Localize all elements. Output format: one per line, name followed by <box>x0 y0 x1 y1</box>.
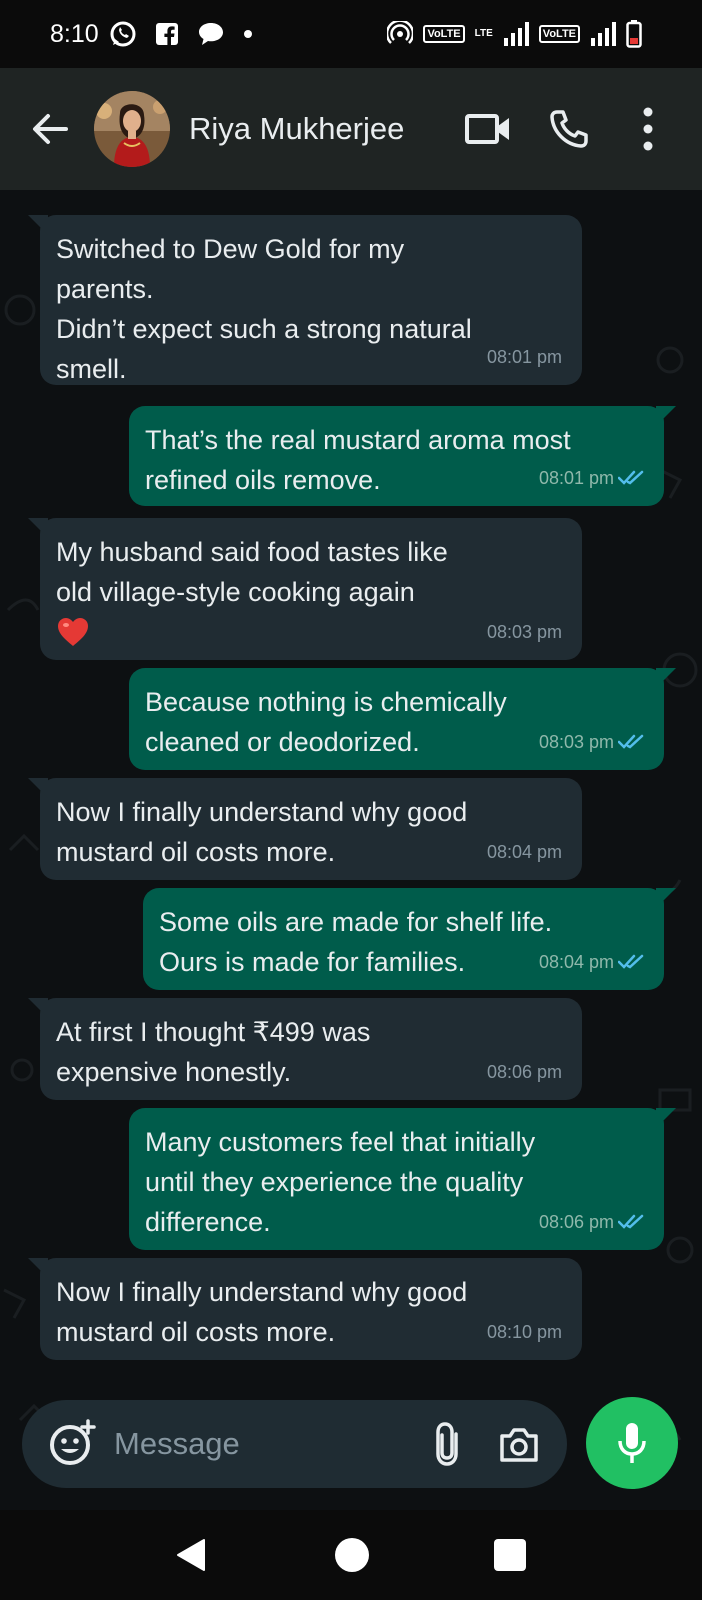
message-incoming[interactable]: Now I finally understand why good mustar… <box>28 778 582 880</box>
message-meta: 08:01 pm <box>487 337 562 377</box>
message-input[interactable] <box>114 1418 394 1470</box>
message-incoming[interactable]: Now I finally understand why good mustar… <box>28 1258 582 1360</box>
emoji-icon[interactable] <box>48 1419 96 1467</box>
voice-message-button[interactable] <box>586 1397 678 1489</box>
bubble-tail <box>28 215 48 235</box>
message-time: 08:10 pm <box>486 1322 562 1342</box>
dot-icon <box>243 30 252 38</box>
heart-emoji-icon <box>58 618 88 646</box>
signal-icon-2 <box>591 22 616 46</box>
bubble-tail <box>28 518 48 538</box>
nav-back-icon[interactable] <box>174 1538 208 1572</box>
signal-icon <box>503 22 529 46</box>
message-time: 08:03 pm <box>538 732 614 752</box>
message-meta: 08:04 pm <box>539 942 644 982</box>
more-options-icon[interactable] <box>640 106 656 152</box>
volte-badge-2: VoLTE <box>538 25 580 43</box>
read-receipt-icon <box>618 470 644 485</box>
phone-call-icon[interactable] <box>548 108 590 150</box>
message-meta: 08:06 pm <box>539 1202 644 1242</box>
bubble-tail <box>656 1108 676 1128</box>
facebook-icon <box>155 23 178 46</box>
bubble-tail <box>28 1258 48 1278</box>
nav-home-icon[interactable] <box>335 1538 369 1572</box>
message-outgoing[interactable]: Some oils are made for shelf life. Ours … <box>143 888 676 990</box>
camera-icon[interactable] <box>498 1424 540 1464</box>
message-outgoing[interactable]: Many customers feel that initially until… <box>129 1108 676 1250</box>
status-notification-icons <box>109 20 253 48</box>
message-time: 08:04 pm <box>486 842 562 862</box>
read-receipt-icon <box>618 1214 644 1229</box>
message-meta: 08:03 pm <box>539 722 644 762</box>
bubble-tail <box>28 998 48 1018</box>
battery-icon <box>626 20 642 48</box>
bubble-tail <box>28 778 48 798</box>
attachment-icon[interactable] <box>430 1420 470 1468</box>
bubble-tail <box>656 668 676 688</box>
message-time: 08:04 pm <box>538 952 614 972</box>
message-incoming[interactable]: My husband said food tastes like old vil… <box>28 518 582 660</box>
volte-badge: VoLTE <box>423 25 465 43</box>
contact-name[interactable]: Riya Mukherjee <box>189 111 404 147</box>
message-outgoing[interactable]: That’s the real mustard aroma most refin… <box>129 406 676 506</box>
chat-bubble-icon <box>198 23 223 45</box>
message-meta: 08:06 pm <box>487 1052 562 1092</box>
message-outgoing[interactable]: Because nothing is chemically cleaned or… <box>129 668 676 770</box>
video-call-icon[interactable] <box>464 110 512 148</box>
bubble-tail <box>656 406 676 426</box>
status-bar: 8:10 VoLTE LTE VoLTE <box>0 0 702 68</box>
status-right-icons: VoLTE LTE VoLTE <box>387 0 642 68</box>
lte-label: LTE <box>474 28 493 39</box>
system-navigation-bar <box>0 1510 702 1600</box>
message-time: 08:03 pm <box>486 622 562 642</box>
status-time: 8:10 <box>50 19 99 48</box>
message-time: 08:06 pm <box>486 1062 562 1082</box>
message-composer <box>22 1400 567 1488</box>
message-incoming[interactable]: Switched to Dew Gold for my parents. Did… <box>28 215 582 385</box>
message-time: 08:06 pm <box>538 1212 614 1232</box>
message-meta: 08:01 pm <box>539 458 644 498</box>
message-meta: 08:04 pm <box>487 832 562 872</box>
read-receipt-icon <box>618 954 644 969</box>
nav-recents-icon[interactable] <box>494 1539 526 1571</box>
chat-header: Riya Mukherjee <box>0 68 702 190</box>
bubble-tail <box>656 888 676 908</box>
message-meta: 08:03 pm <box>487 612 562 652</box>
back-arrow-icon[interactable] <box>30 109 70 149</box>
read-receipt-icon <box>618 734 644 749</box>
contact-avatar[interactable] <box>94 91 170 167</box>
message-incoming[interactable]: At first I thought ₹499 was expensive ho… <box>28 998 582 1100</box>
whatsapp-icon <box>110 21 136 47</box>
microphone-icon <box>618 1423 646 1463</box>
chat-area[interactable]: Switched to Dew Gold for my parents. Did… <box>0 190 702 1510</box>
message-meta: 08:10 pm <box>487 1312 562 1352</box>
message-time: 08:01 pm <box>486 347 562 367</box>
message-time: 08:01 pm <box>538 468 614 488</box>
hotspot-icon <box>387 21 414 44</box>
message-text: My husband said food tastes like old vil… <box>56 537 448 607</box>
